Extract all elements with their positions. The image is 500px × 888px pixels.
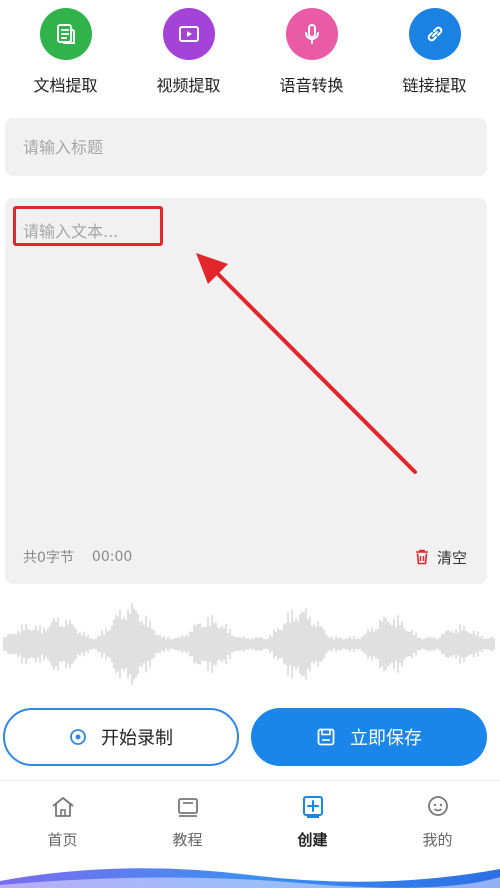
- profile-icon: [427, 796, 448, 816]
- microphone-icon: [285, 8, 338, 60]
- save-label: 立即保存: [350, 728, 422, 749]
- create-icon: [302, 796, 323, 818]
- record-label: 开始录制: [101, 728, 173, 749]
- video-icon: [162, 8, 215, 60]
- text-editor-card: 共0字节 00:00 清空: [5, 198, 487, 584]
- document-icon: [39, 8, 92, 60]
- bottom-navigation: 首页 教程 创建 我的: [0, 780, 500, 888]
- tool-label: 文档提取: [33, 76, 98, 95]
- byte-count: 共0字节: [23, 550, 74, 566]
- tool-label: 视频提取: [156, 76, 221, 95]
- tutorial-icon: [177, 798, 198, 817]
- clear-button[interactable]: 清空: [415, 547, 467, 568]
- trash-icon: [415, 549, 428, 565]
- audio-waveform: [3, 603, 495, 685]
- tool-bar: 文档提取 视频提取 语音转换 链接提取: [0, 0, 500, 100]
- highlight-annotation: [13, 206, 163, 246]
- link-icon: [408, 8, 461, 60]
- tool-label: 语音转换: [279, 76, 344, 95]
- record-icon: [70, 729, 86, 745]
- waveform-bars: [3, 603, 495, 685]
- tool-label: 链接提取: [402, 76, 467, 95]
- tool-document-extract[interactable]: 文档提取: [11, 0, 121, 96]
- clear-label: 清空: [436, 548, 467, 567]
- title-input[interactable]: [5, 118, 487, 176]
- decorative-wave: [0, 868, 500, 888]
- text-input[interactable]: [5, 198, 487, 528]
- tool-link-extract[interactable]: 链接提取: [380, 0, 490, 96]
- record-timer: 00:00: [91, 549, 133, 565]
- tool-voice-convert[interactable]: 语音转换: [257, 0, 367, 96]
- editor-footer: 共0字节 00:00 清空: [23, 546, 467, 568]
- tool-video-extract[interactable]: 视频提取: [134, 0, 244, 96]
- save-now-button[interactable]: 立即保存: [251, 708, 487, 766]
- save-icon: [317, 728, 335, 746]
- home-icon: [51, 797, 74, 817]
- start-recording-button[interactable]: 开始录制: [3, 708, 239, 766]
